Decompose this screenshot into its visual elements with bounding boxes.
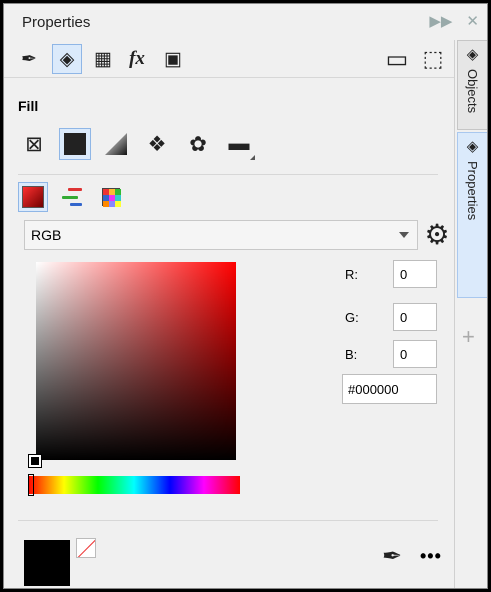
summary-image-icon[interactable]: ▣ (158, 44, 188, 74)
hue-slider-handle[interactable] (28, 474, 34, 496)
color-viewer-icon (22, 186, 44, 208)
docker-tab-rail: ◈ Objects ◈ Properties + (454, 40, 487, 588)
docker-title: Properties (22, 14, 91, 31)
fill-section-title: Fill (18, 98, 39, 114)
fill-bucket-icon[interactable]: ◈ (52, 44, 82, 74)
properties-docker: Properties ▶▶ ✕ ✒ ◈ ▦ fx ▣ ▭ ⬚ Fill ⊠ ❖ … (3, 3, 488, 589)
color-palettes-icon (102, 188, 121, 207)
more-options-button[interactable]: ••• (420, 546, 442, 567)
add-docker-icon[interactable]: + (462, 324, 475, 350)
picker-handle[interactable] (28, 454, 42, 468)
postscript-fill-icon: ▬ (228, 132, 250, 155)
blue-input[interactable]: 0 (393, 340, 437, 368)
title-bar: Properties ▶▶ ✕ (4, 4, 487, 40)
no-fill-button[interactable]: ⊠ (18, 128, 50, 160)
tab-objects[interactable]: ◈ Objects (457, 40, 487, 130)
color-viewer-button[interactable] (18, 182, 48, 212)
postscript-fill-button[interactable]: ▬ (223, 128, 255, 160)
color-mode-buttons (18, 182, 126, 212)
chevron-down-icon (399, 232, 409, 238)
submenu-corner-icon (250, 155, 255, 160)
vector-pattern-button[interactable]: ❖ (141, 128, 173, 160)
layers-icon: ◈ (466, 46, 479, 63)
texture-fill-button[interactable]: ✿ (182, 128, 214, 160)
properties-icon: ◈ (466, 138, 479, 155)
tab-objects-label: Objects (465, 69, 480, 114)
gear-icon[interactable]: ⚙ (422, 218, 452, 250)
tab-properties-label: Properties (465, 161, 480, 221)
close-icon[interactable]: ✕ (466, 12, 479, 30)
property-toolbar: ✒ ◈ ▦ fx ▣ ▭ ⬚ (4, 40, 454, 78)
hex-input[interactable]: #000000 (342, 374, 437, 404)
color-picker-area[interactable] (36, 262, 236, 460)
color-palettes-button[interactable] (96, 182, 126, 212)
color-sliders-button[interactable] (57, 182, 87, 212)
current-color-swatch (24, 540, 70, 586)
transparency-icon[interactable]: ▦ (88, 44, 118, 74)
tab-properties[interactable]: ◈ Properties (457, 132, 487, 298)
red-input[interactable]: 0 (393, 260, 437, 288)
frame-icon[interactable]: ▭ (382, 44, 412, 74)
collapse-arrows-icon[interactable]: ▶▶ (429, 12, 452, 30)
vector-pattern-icon: ❖ (147, 132, 167, 156)
no-color-swatch[interactable] (76, 538, 96, 558)
page-settings-icon[interactable]: ⬚ (418, 44, 448, 74)
no-fill-icon: ⊠ (25, 132, 43, 156)
uniform-fill-icon (64, 133, 86, 155)
texture-fill-icon: ✿ (189, 132, 207, 156)
fountain-fill-button[interactable] (100, 128, 132, 160)
red-label: R: (345, 267, 358, 282)
effects-icon[interactable]: fx (122, 44, 152, 74)
fountain-fill-icon (105, 133, 127, 155)
color-sliders-icon (62, 188, 82, 206)
green-label: G: (345, 310, 359, 325)
fill-type-buttons: ⊠ ❖ ✿ ▬ (18, 128, 255, 160)
divider (18, 174, 438, 175)
color-model-value: RGB (31, 227, 62, 243)
uniform-fill-button[interactable] (59, 128, 91, 160)
eyedropper-icon[interactable]: ✒ (382, 542, 402, 571)
color-model-select[interactable]: RGB (24, 220, 418, 250)
blue-label: B: (345, 347, 358, 362)
properties-panel: ✒ ◈ ▦ fx ▣ ▭ ⬚ Fill ⊠ ❖ ✿ ▬ RGB ⚙ R: 0 G… (4, 40, 454, 588)
outline-pen-icon[interactable]: ✒ (14, 44, 44, 74)
divider (18, 520, 438, 521)
hue-slider[interactable] (28, 476, 240, 494)
green-input[interactable]: 0 (393, 303, 437, 331)
